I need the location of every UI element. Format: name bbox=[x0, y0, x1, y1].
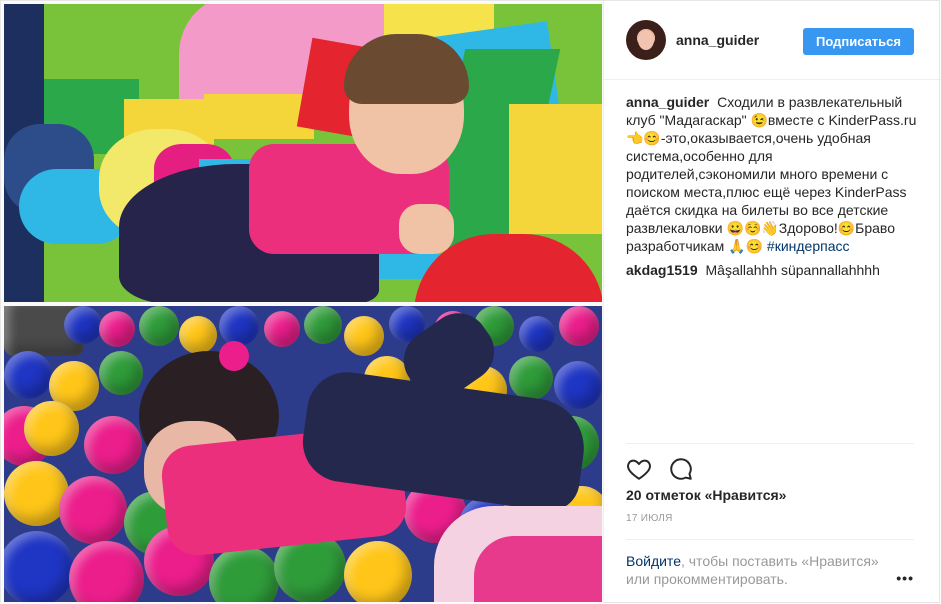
post-card: anna_guider Подписаться anna_guider Сход… bbox=[0, 0, 941, 604]
caption: anna_guider Сходили в развлекательный кл… bbox=[626, 93, 921, 255]
caption-username[interactable]: anna_guider bbox=[626, 94, 709, 110]
comment-item: akdag1519 Mâşallahhh süpannallahhhh bbox=[626, 261, 921, 279]
speech-bubble-icon[interactable] bbox=[668, 456, 694, 482]
follow-button[interactable]: Подписаться bbox=[803, 28, 914, 55]
login-prompt-section: Войдите, чтобы поставить «Нравится» или … bbox=[626, 539, 914, 604]
post-media[interactable] bbox=[1, 1, 603, 604]
login-link[interactable]: Войдите bbox=[626, 553, 681, 569]
ellipsis-icon[interactable]: ••• bbox=[896, 570, 914, 586]
comment-username[interactable]: akdag1519 bbox=[626, 262, 698, 278]
photo-soft-play-area bbox=[4, 4, 602, 302]
author-avatar[interactable] bbox=[626, 20, 666, 60]
photo-ball-pit bbox=[4, 306, 602, 602]
comments-list: anna_guider Сходили в развлекательный кл… bbox=[626, 93, 921, 285]
comment-text: Mâşallahhh süpannallahhhh bbox=[705, 262, 880, 278]
caption-text: Сходили в развлекательный клуб "Мадагаск… bbox=[626, 94, 917, 254]
post-side-panel: anna_guider Подписаться anna_guider Сход… bbox=[603, 1, 941, 603]
login-prompt: Войдите, чтобы поставить «Нравится» или … bbox=[626, 552, 896, 588]
caption-hashtag[interactable]: #киндерпасс bbox=[767, 238, 850, 254]
heart-icon[interactable] bbox=[626, 456, 652, 482]
post-date: 17 июля bbox=[626, 513, 673, 524]
likes-count[interactable]: 20 отметок «Нравится» bbox=[626, 487, 786, 503]
author-username[interactable]: anna_guider bbox=[676, 32, 759, 48]
post-header: anna_guider Подписаться bbox=[604, 1, 941, 80]
